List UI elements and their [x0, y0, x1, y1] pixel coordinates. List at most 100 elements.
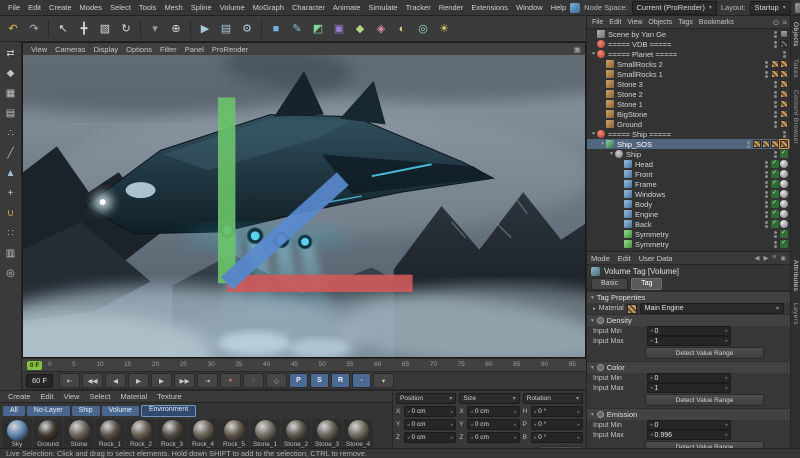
- null-object-icon[interactable]: [615, 150, 623, 158]
- snap-icon[interactable]: ∪: [2, 204, 20, 222]
- mesh-object-icon[interactable]: [606, 70, 614, 78]
- history-back-icon[interactable]: ◀: [755, 254, 760, 262]
- object-row-smallrocks-1[interactable]: SmallRocks 1: [587, 69, 790, 79]
- check-tag-chip[interactable]: [771, 219, 779, 228]
- connect-object-icon[interactable]: [624, 190, 632, 198]
- connect-object-icon[interactable]: [624, 170, 632, 178]
- material-rock-4[interactable]: Rock_4: [188, 419, 218, 449]
- object-label[interactable]: Engine: [635, 210, 658, 219]
- tex-tag-chip[interactable]: [779, 139, 789, 149]
- record-keyframe-button[interactable]: ●: [220, 373, 242, 388]
- expand-arrow-icon[interactable]: ▾: [608, 151, 615, 157]
- visibility-dot-editor[interactable]: [783, 130, 786, 134]
- visibility-dot-editor[interactable]: [765, 170, 768, 174]
- visibility-dot-editor[interactable]: [774, 90, 777, 94]
- coordinate-field[interactable]: 0 cm: [467, 406, 520, 417]
- visibility-dot-render[interactable]: [774, 84, 777, 88]
- check-tag-chip[interactable]: [780, 229, 788, 238]
- mesh-object-icon[interactable]: [606, 110, 614, 118]
- object-label[interactable]: Ship_SOS: [617, 140, 652, 149]
- om-menu-tags[interactable]: Tags: [676, 19, 695, 26]
- visibility-dot-render[interactable]: [774, 114, 777, 118]
- move-icon[interactable]: ╋: [74, 19, 94, 39]
- coordinate-field[interactable]: 0 °: [530, 406, 583, 417]
- visibility-dot-editor[interactable]: [774, 40, 777, 44]
- connect-object-icon[interactable]: [624, 210, 632, 218]
- menu-mograph[interactable]: MoGraph: [249, 3, 288, 12]
- object-row-stone-3[interactable]: Stone 3: [587, 79, 790, 89]
- viewport-filter-icon[interactable]: ◎: [2, 264, 20, 282]
- dock-tab-content-browser[interactable]: Content Browser: [792, 84, 799, 150]
- object-row-symmetry[interactable]: Symmetry: [587, 239, 790, 249]
- object-row-windows[interactable]: Windows: [587, 189, 790, 199]
- phong-tag-chip[interactable]: [780, 190, 788, 198]
- tag-properties-header[interactable]: ▾ Tag Properties: [587, 291, 790, 303]
- visibility-dot-render[interactable]: [747, 144, 750, 148]
- attribute-tab-basic[interactable]: Basic: [591, 277, 629, 290]
- workplane-snap-icon[interactable]: ▥: [2, 244, 20, 262]
- tex-dark-tag-chip[interactable]: [780, 40, 788, 48]
- phong-tag-chip[interactable]: [780, 160, 788, 168]
- record-scale-toggle[interactable]: S: [310, 373, 330, 388]
- coordinate-field[interactable]: 0 °: [530, 419, 583, 430]
- previous-key-button[interactable]: ◀◀: [82, 373, 104, 388]
- visibility-dot-render[interactable]: [765, 64, 768, 68]
- viewport-options-icon[interactable]: ▣: [573, 45, 581, 54]
- dock-tab-takes[interactable]: Takes: [792, 53, 799, 84]
- connect-object-icon[interactable]: [624, 200, 632, 208]
- object-label[interactable]: Windows: [635, 190, 665, 199]
- search-icon[interactable]: ⊙: [773, 18, 780, 27]
- detect-value-range-button[interactable]: Detect Value Range: [645, 347, 764, 359]
- tex-tag-chip[interactable]: [780, 100, 788, 108]
- layer-filter-environment[interactable]: Environment: [140, 404, 197, 417]
- check-tag-chip[interactable]: [771, 189, 779, 198]
- object-row-ground[interactable]: Ground: [587, 119, 790, 129]
- am-menu-mode[interactable]: Mode: [591, 254, 610, 263]
- autokey-button[interactable]: ○: [243, 373, 265, 388]
- previous-frame-button[interactable]: ◀: [105, 373, 127, 388]
- render-picture-viewer-icon[interactable]: ▤: [216, 19, 236, 39]
- timeline-ruler[interactable]: 0 5 10 15 20 25 30 35 40 45 50 55 60 65 70 75 80 85 90 95 0…: [22, 358, 586, 372]
- detect-value-range-button[interactable]: Detect Value Range: [645, 394, 764, 406]
- cam-tag-chip[interactable]: [780, 30, 788, 38]
- parameter-field[interactable]: 1: [647, 336, 731, 346]
- menu-mesh[interactable]: Mesh: [160, 3, 186, 12]
- material-rock-2[interactable]: Rock_2: [126, 419, 156, 449]
- viewport-menu-options[interactable]: Options: [122, 45, 156, 54]
- visibility-dot-editor[interactable]: [747, 140, 750, 144]
- object-row-front[interactable]: Front: [587, 169, 790, 179]
- viewport-menu-filter[interactable]: Filter: [156, 45, 181, 54]
- viewport-menu-view[interactable]: View: [27, 45, 51, 54]
- visibility-dot-editor[interactable]: [774, 110, 777, 114]
- om-menu-edit[interactable]: Edit: [607, 19, 623, 26]
- object-row-head[interactable]: Head: [587, 159, 790, 169]
- visibility-dot-render[interactable]: [765, 74, 768, 78]
- parameter-field[interactable]: 0: [647, 326, 731, 336]
- mesh-object-icon[interactable]: [606, 80, 614, 88]
- material-menu-material[interactable]: Material: [116, 392, 151, 401]
- object-row-engine[interactable]: Engine: [587, 209, 790, 219]
- menu-file[interactable]: File: [4, 3, 24, 12]
- object-label[interactable]: Ground: [617, 120, 642, 129]
- coordinate-system-icon[interactable]: ⊕: [166, 19, 186, 39]
- object-label[interactable]: ===== Planet =====: [608, 50, 677, 59]
- om-menu-file[interactable]: File: [590, 19, 605, 26]
- tex-tag-chip[interactable]: [753, 140, 761, 148]
- texture-mode-icon[interactable]: ▦: [2, 84, 20, 102]
- menu-tracker[interactable]: Tracker: [402, 3, 435, 12]
- visibility-dot-editor[interactable]: [765, 200, 768, 204]
- coordinates-mode-select[interactable]: Position ▾: [396, 393, 457, 404]
- visibility-dot-editor[interactable]: [765, 180, 768, 184]
- coordinates-mode-select[interactable]: Size ▾: [459, 393, 520, 404]
- visibility-dot-render[interactable]: [765, 174, 768, 178]
- menu-edit[interactable]: Edit: [24, 3, 45, 12]
- polygons-mode-icon[interactable]: ▲: [2, 164, 20, 182]
- scene-object-icon[interactable]: [597, 30, 605, 38]
- tex-tag-chip[interactable]: [771, 140, 779, 148]
- visibility-dot-editor[interactable]: [765, 220, 768, 224]
- attribute-menu-icon[interactable]: ≡: [773, 254, 777, 262]
- menu-volume[interactable]: Volume: [216, 3, 249, 12]
- object-row-bigstone[interactable]: BigStone: [587, 109, 790, 119]
- coordinates-mode-select[interactable]: Rotation ▾: [522, 393, 583, 404]
- camera-icon[interactable]: ◎: [413, 19, 433, 39]
